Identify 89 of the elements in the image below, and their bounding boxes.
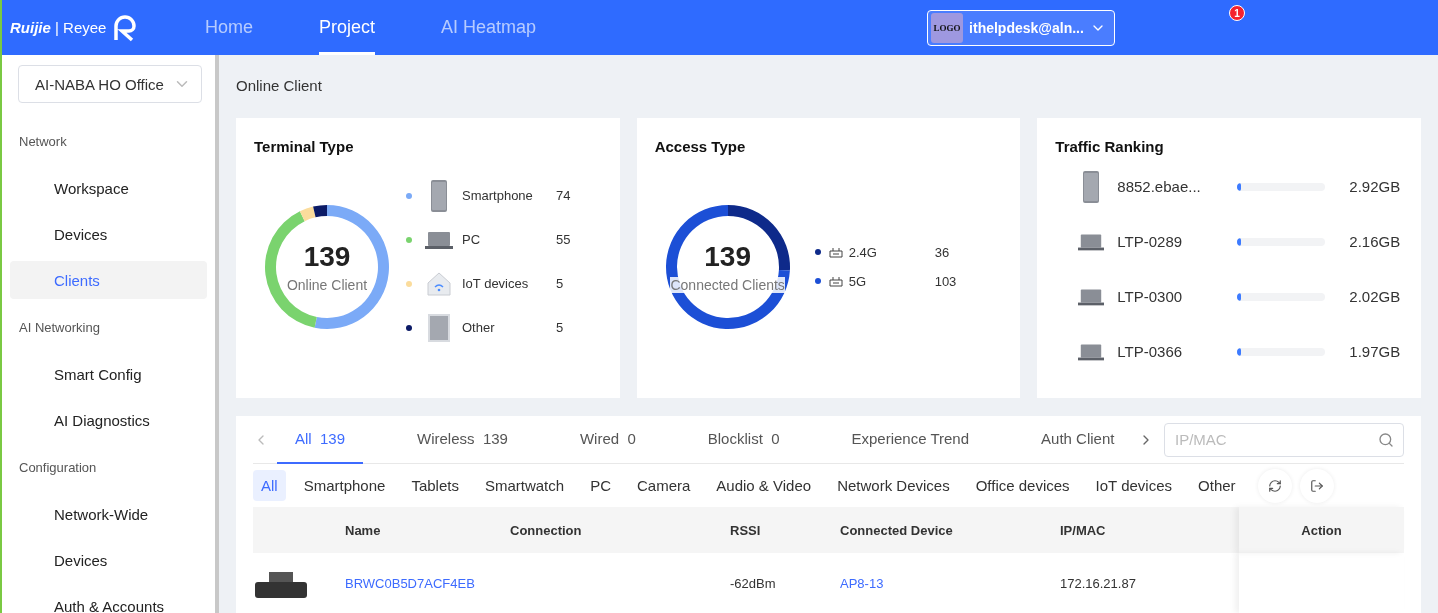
traffic-value: 2.02GB: [1349, 288, 1401, 305]
traffic-value: 1.97GB: [1349, 343, 1401, 360]
category-filter[interactable]: All: [253, 470, 286, 501]
laptop-icon: [1078, 342, 1105, 361]
legend-count: 5: [556, 276, 564, 291]
access-point-icon: [828, 275, 843, 287]
category-filter[interactable]: Tablets: [403, 470, 467, 501]
export-button[interactable]: [1299, 468, 1334, 503]
category-filter[interactable]: Smartphone: [295, 470, 394, 501]
table-cell-text: 172.16.21.87: [1060, 574, 1137, 593]
legend-label: 2.4G: [848, 244, 878, 260]
menu-group-title: Network: [18, 133, 68, 151]
client-name: LTP-0289: [1117, 233, 1184, 250]
client-tab[interactable]: Experience Trend: [833, 416, 988, 464]
category-filter[interactable]: Camera: [628, 470, 699, 501]
category-filter[interactable]: Smartwatch: [476, 470, 573, 501]
legend-count: 74: [556, 188, 571, 203]
legend-label: PC: [462, 232, 482, 247]
brand-logo-text: Ruijie | Reyee: [10, 19, 107, 36]
traffic-value: 2.92GB: [1349, 178, 1401, 195]
table-header-cell: Connection: [510, 507, 730, 553]
cloud-r-logo-icon: [112, 13, 139, 42]
legend-label: Other: [462, 320, 496, 335]
table-header-cell: RSSI: [730, 507, 840, 553]
client-name: LTP-0366: [1117, 343, 1184, 360]
table-header-cell: IP/MAC: [1060, 507, 1239, 553]
sidebar-item[interactable]: Smart Config: [10, 355, 207, 393]
sidebar-item[interactable]: Devices: [10, 215, 207, 253]
notification-badge: 1: [1229, 5, 1245, 21]
category-filter[interactable]: Other: [1190, 470, 1244, 501]
category-filter[interactable]: Network Devices: [829, 470, 958, 501]
menu-group-title: AI Networking: [18, 319, 101, 337]
project-select[interactable]: AI-NABA HO Office: [18, 65, 202, 103]
sidebar-item[interactable]: Auth & Accounts: [10, 587, 207, 613]
total-count: 139: [303, 240, 351, 273]
account-avatar: LOGO: [931, 12, 964, 43]
sidebar-item[interactable]: Devices: [10, 541, 207, 579]
smartphone-icon: [1082, 170, 1101, 203]
legend-count: 5: [556, 320, 564, 335]
total-label: Online Client: [286, 276, 368, 293]
legend-label: 5G: [848, 273, 867, 289]
smart-home-icon: [427, 271, 451, 296]
laptop-icon: [425, 230, 453, 249]
smartphone-icon: [430, 179, 448, 212]
card-title: Terminal Type: [254, 138, 355, 155]
total-label: Connected Clients: [670, 276, 785, 293]
page-title: Online Client: [236, 76, 323, 96]
device-link[interactable]: AP8-13: [840, 575, 884, 591]
client-tab[interactable]: Wireless 139: [399, 416, 526, 464]
table-header-cell: Action: [1239, 507, 1404, 553]
category-filter[interactable]: IoT devices: [1087, 470, 1181, 501]
device-box-icon: [428, 313, 450, 342]
legend-count: 55: [556, 232, 571, 247]
sidebar-item[interactable]: Network-Wide: [10, 495, 207, 533]
client-name: 8852.ebae...: [1117, 178, 1202, 195]
sidebar-item[interactable]: AI Diagnostics: [10, 401, 207, 439]
client-tab[interactable]: Auth Client: [1023, 416, 1133, 464]
search-icon: [1378, 431, 1394, 448]
client-name: LTP-0300: [1117, 288, 1184, 305]
refresh-button[interactable]: [1257, 468, 1292, 503]
legend-label: Smartphone: [462, 188, 534, 203]
search-field[interactable]: IP/MAC: [1164, 422, 1404, 457]
client-name-link[interactable]: BRWC0B5D7ACF4EB: [345, 575, 475, 591]
traffic-value: 2.16GB: [1349, 233, 1401, 250]
category-filter[interactable]: PC: [582, 470, 619, 501]
category-filter[interactable]: Audio & Video: [708, 470, 820, 501]
category-filter[interactable]: Office devices: [967, 470, 1078, 501]
export-icon: [1309, 478, 1324, 493]
sidebar-item[interactable]: Clients: [10, 261, 207, 299]
legend-label: IoT devices: [462, 276, 530, 291]
laptop-icon: [1078, 287, 1105, 306]
account-dropdown[interactable]: LOGO ithelpdesk@aln...: [927, 9, 1115, 46]
nav-tab[interactable]: Project: [319, 0, 376, 55]
laptop-icon: [1078, 232, 1105, 251]
client-tab[interactable]: All 139: [277, 416, 364, 464]
client-tab[interactable]: Blocklist 0: [689, 416, 798, 464]
card-title: Access Type: [654, 138, 747, 155]
card-title: Traffic Ranking: [1055, 138, 1165, 155]
client-tab[interactable]: Wired 0: [561, 416, 654, 464]
sidebar-item[interactable]: Workspace: [10, 169, 207, 207]
table-cell-text: -62dBm: [730, 574, 777, 593]
access-point-icon: [828, 246, 843, 258]
refresh-icon: [1267, 478, 1282, 493]
total-count: 139: [704, 240, 751, 273]
table-header-cell: Connected Device: [840, 507, 1060, 553]
legend-count: 36: [934, 244, 950, 260]
table-header-cell: Name: [345, 507, 510, 553]
menu-group-title: Configuration: [18, 459, 98, 477]
legend-count: 103: [934, 273, 957, 289]
